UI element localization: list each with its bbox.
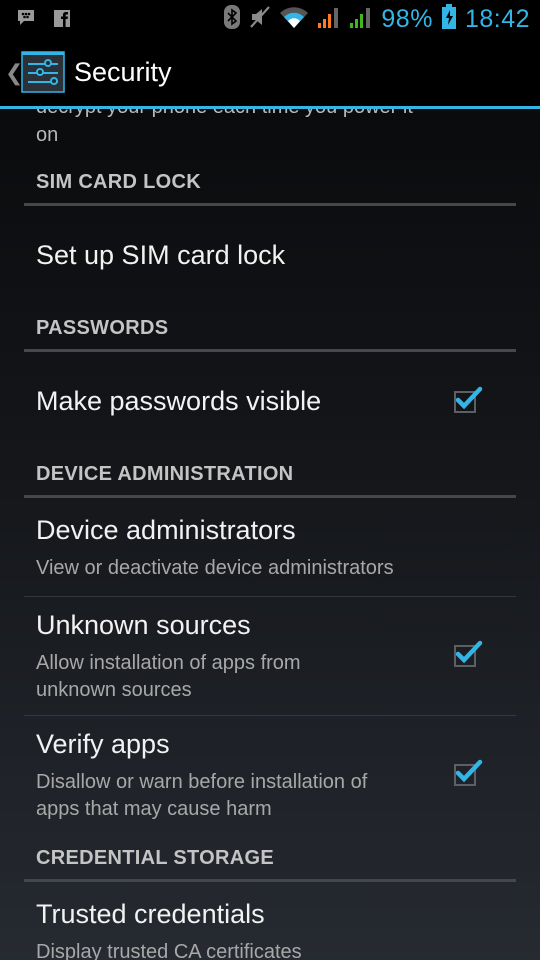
pref-trusted-credentials-title[interactable]: Trusted credentials bbox=[36, 899, 265, 930]
pref-device-administrators-summary: View or deactivate device administrators bbox=[36, 557, 394, 579]
section-header-device-administration: DEVICE ADMINISTRATION bbox=[36, 463, 294, 485]
pref-device-administrators-title[interactable]: Device administrators bbox=[36, 515, 296, 546]
unknown-sources-checkbox[interactable] bbox=[454, 640, 483, 667]
bluetooth-icon bbox=[223, 5, 241, 34]
summary-line: decrypt your phone each time you power i… bbox=[36, 109, 496, 121]
section-divider bbox=[24, 349, 516, 352]
item-divider bbox=[24, 715, 516, 716]
battery-percent: 98% bbox=[381, 5, 433, 33]
checkmark-icon bbox=[455, 386, 483, 410]
clock: 18:42 bbox=[464, 5, 530, 33]
settings-list[interactable]: decrypt your phone each time you power i… bbox=[0, 109, 540, 960]
signal-sim2-icon bbox=[349, 5, 373, 34]
section-header-passwords: PASSWORDS bbox=[36, 317, 169, 339]
mute-icon bbox=[249, 5, 271, 34]
summary-line: on bbox=[36, 124, 59, 146]
action-bar-divider bbox=[0, 106, 540, 109]
make-passwords-visible-checkbox[interactable] bbox=[454, 386, 483, 413]
facebook-icon bbox=[54, 9, 70, 32]
status-bar: 98% 18:42 bbox=[0, 0, 540, 38]
pref-unknown-sources-title[interactable]: Unknown sources bbox=[36, 610, 251, 641]
section-header-credential-storage: CREDENTIAL STORAGE bbox=[36, 847, 275, 869]
settings-sliders-icon[interactable] bbox=[21, 51, 65, 93]
pref-unknown-sources-summary: Allow installation of apps from unknown … bbox=[36, 652, 301, 701]
section-divider bbox=[24, 495, 516, 498]
pref-set-up-sim-lock[interactable]: Set up SIM card lock bbox=[36, 240, 285, 271]
pref-verify-apps-summary: Disallow or warn before installation of … bbox=[36, 771, 368, 820]
encryption-summary-partial[interactable]: decrypt your phone each time you power i… bbox=[36, 109, 496, 149]
battery-charging-icon bbox=[441, 4, 457, 35]
wifi-icon bbox=[279, 5, 309, 34]
pref-make-passwords-visible[interactable]: Make passwords visible bbox=[36, 386, 321, 417]
checkmark-icon bbox=[455, 759, 483, 783]
verify-apps-checkbox[interactable] bbox=[454, 759, 483, 786]
checkmark-icon bbox=[455, 640, 483, 664]
action-bar: ❮ Security bbox=[0, 38, 540, 106]
bbm-icon bbox=[16, 8, 36, 33]
page-title[interactable]: Security bbox=[74, 57, 172, 88]
pref-verify-apps-title[interactable]: Verify apps bbox=[36, 729, 170, 760]
section-divider bbox=[24, 879, 516, 882]
section-header-sim-card-lock: SIM CARD LOCK bbox=[36, 171, 202, 193]
section-divider bbox=[24, 203, 516, 206]
item-divider bbox=[24, 596, 516, 597]
signal-sim1-icon bbox=[317, 5, 341, 34]
pref-trusted-credentials-summary: Display trusted CA certificates bbox=[36, 941, 302, 960]
